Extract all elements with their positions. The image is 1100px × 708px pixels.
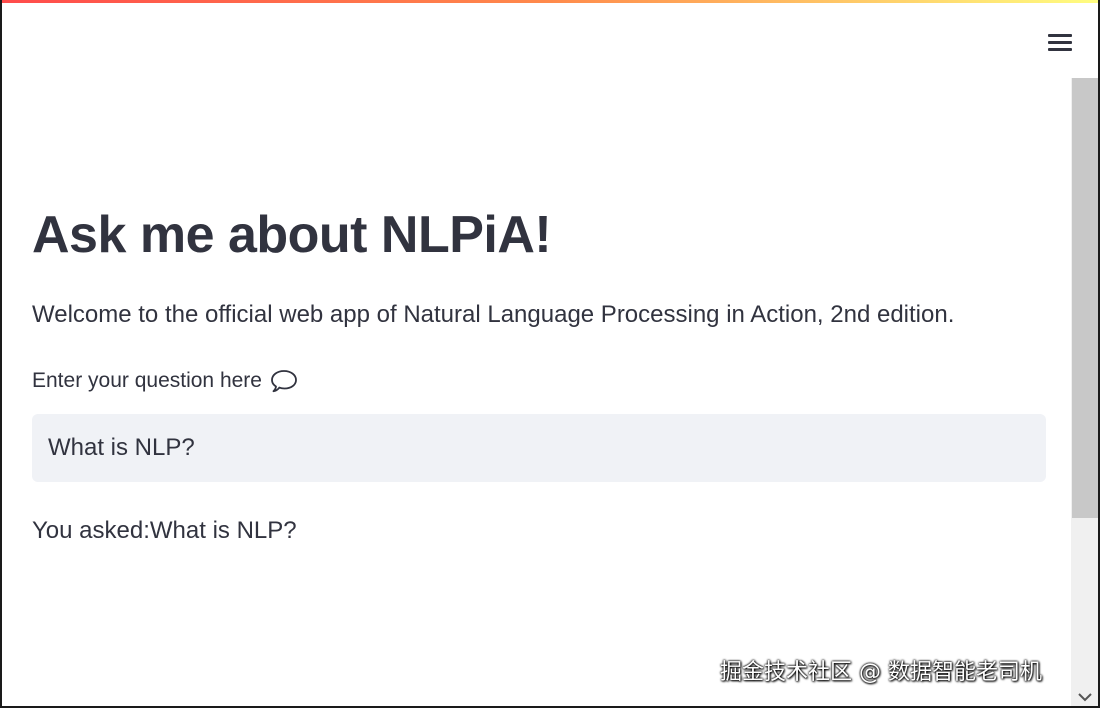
app-window: Ask me about NLPiA! Welcome to the offic…: [0, 0, 1100, 708]
welcome-text: Welcome to the official web app of Natur…: [32, 301, 955, 328]
page-title: Ask me about NLPiA!: [32, 206, 552, 264]
main-content: Ask me about NLPiA! Welcome to the offic…: [32, 200, 1046, 548]
question-input[interactable]: [32, 414, 1046, 482]
speech-bubble-icon: [270, 368, 298, 394]
question-input-label-text: Enter your question here: [32, 369, 262, 392]
hamburger-menu-icon[interactable]: [1044, 30, 1076, 56]
top-decoration-bar: [2, 0, 1098, 3]
chevron-down-icon[interactable]: [1077, 690, 1093, 702]
answer-text: You asked:What is NLP?: [32, 517, 297, 544]
watermark-text: 掘金技术社区 @ 数据智能老司机: [720, 660, 1042, 685]
question-input-label: Enter your question here: [32, 366, 1046, 396]
scrollbar-thumb[interactable]: [1072, 78, 1098, 518]
vertical-scrollbar[interactable]: [1071, 78, 1098, 706]
